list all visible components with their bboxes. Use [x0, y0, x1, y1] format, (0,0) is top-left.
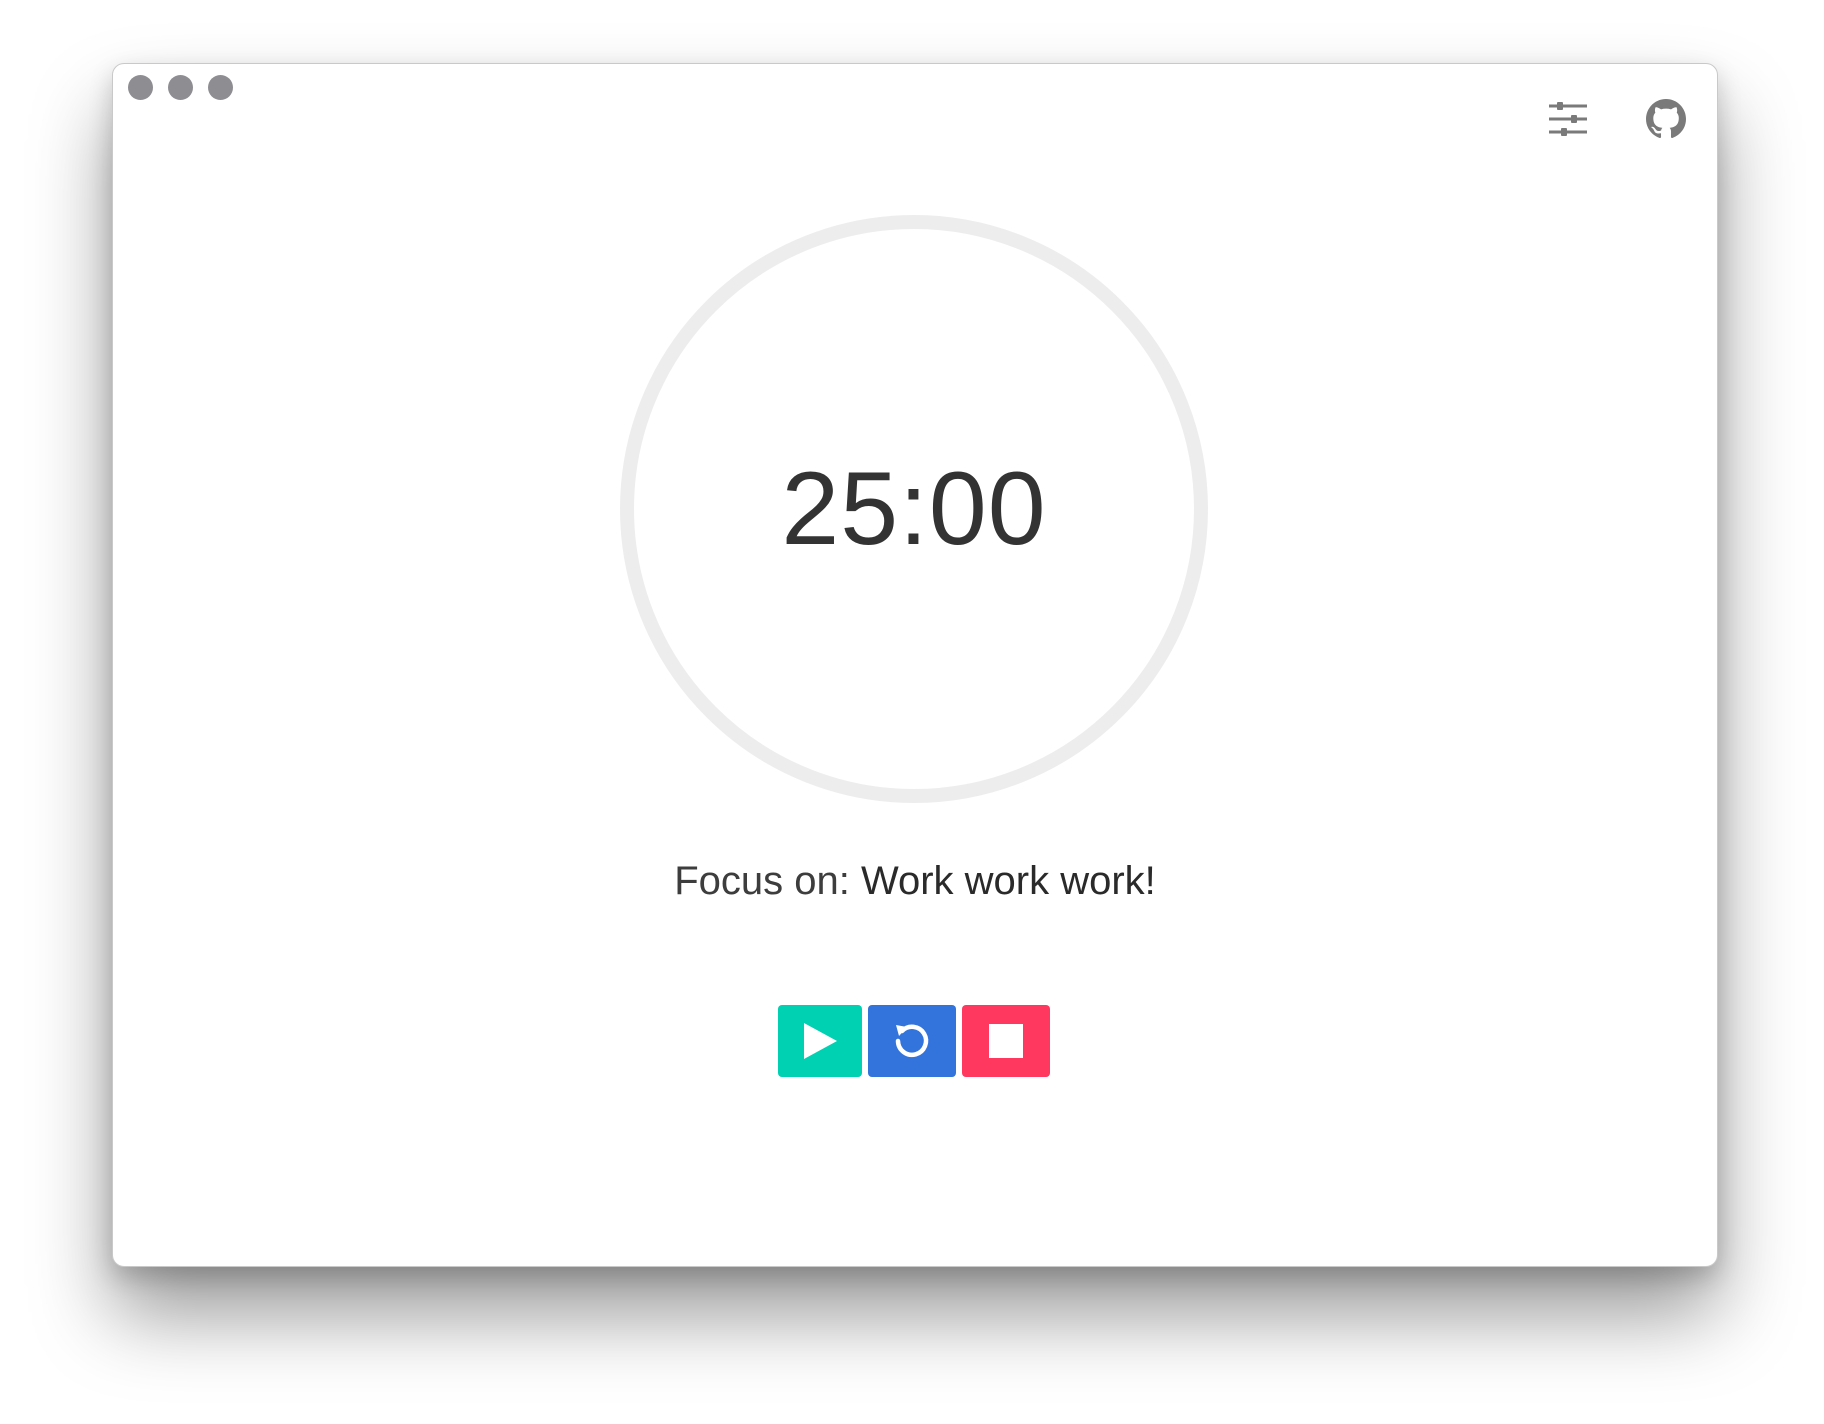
app-window: 25:00 Focus on: Work work work! [112, 63, 1718, 1267]
reset-icon [895, 1024, 929, 1058]
timer-controls [778, 1005, 1050, 1077]
top-toolbar [1547, 98, 1687, 140]
zoom-window-button[interactable] [208, 75, 233, 100]
settings-button[interactable] [1547, 98, 1589, 140]
focus-task: Work work work! [860, 859, 1156, 903]
stop-button[interactable] [962, 1005, 1050, 1077]
timer-ring: 25:00 [620, 215, 1208, 803]
minimize-window-button[interactable] [168, 75, 193, 100]
timer-display: 25:00 [781, 450, 1047, 567]
github-icon [1646, 99, 1686, 139]
focus-label: Focus on: Work work work! [113, 859, 1717, 904]
focus-prefix: Focus on: [674, 859, 861, 903]
sliders-icon [1549, 102, 1587, 136]
close-window-button[interactable] [128, 75, 153, 100]
github-button[interactable] [1645, 98, 1687, 140]
stop-icon [989, 1024, 1023, 1058]
play-button[interactable] [778, 1005, 862, 1077]
reset-button[interactable] [868, 1005, 956, 1077]
window-controls [128, 75, 233, 100]
play-icon [804, 1023, 837, 1059]
